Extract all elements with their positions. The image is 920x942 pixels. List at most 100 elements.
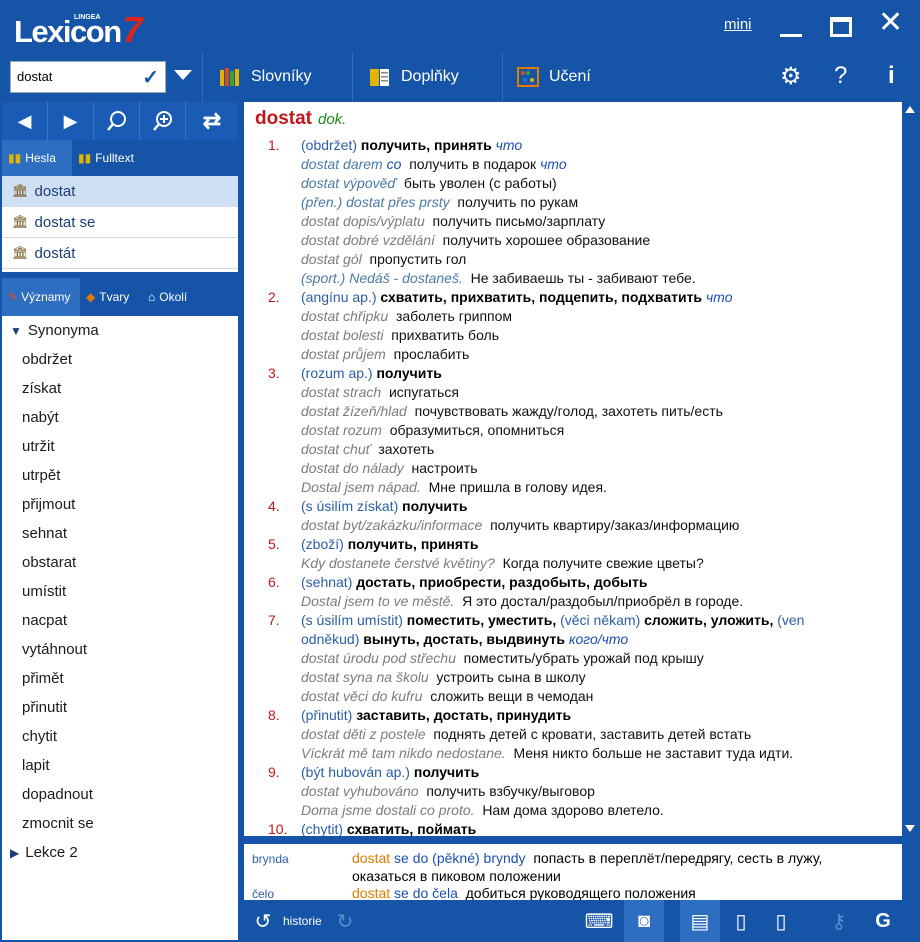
entry-line: 1. (obdržet) получить, принять что	[244, 136, 902, 155]
search-dropdown-icon[interactable]	[174, 70, 192, 80]
binoculars-icon: ◙	[637, 909, 651, 932]
tab-okoli[interactable]: ⌂ Okolí	[142, 278, 212, 316]
example: (přen.) dostat přes prsty	[301, 194, 450, 210]
tab-hesla[interactable]: ▮▮ Hesla	[2, 140, 72, 176]
history-icon[interactable]: ↺	[248, 907, 278, 935]
info-tabs: ✎ Významy ◆ Tvary ⌂ Okolí	[2, 278, 238, 316]
example: dostat průjem	[301, 346, 386, 362]
books-icon: ▮▮	[8, 151, 22, 165]
search-mode-tabs: ▮▮ Hesla ▮▮ Fulltext	[2, 140, 238, 176]
list-item[interactable]: 🏛 dostát	[2, 238, 238, 269]
search-button[interactable]	[94, 102, 140, 140]
translation: достать, приобрести, раздобыть, добыть	[356, 574, 648, 590]
synonym-item[interactable]: přimět	[2, 664, 238, 693]
entry-line: Dostal jsem to ve městě. Я это достал/ра…	[244, 592, 902, 611]
synonym-item[interactable]: chytit	[2, 722, 238, 751]
maximize-button[interactable]	[830, 17, 852, 37]
example: dostat do nálady	[301, 460, 404, 476]
example: dostat strach	[301, 384, 382, 400]
synonym-item[interactable]: nacpat	[2, 606, 238, 635]
synonyms-group[interactable]: ▼ Synonyma	[2, 316, 238, 345]
entry-line: 4. (s úsilím získat) получить	[244, 497, 902, 516]
slovniky-button[interactable]: Slovníky	[202, 52, 352, 102]
logo-text: Lexicon	[14, 14, 122, 49]
history-label[interactable]: historie	[283, 914, 322, 928]
synonym-item[interactable]: obdržet	[2, 345, 238, 374]
scroll-up-icon[interactable]	[905, 106, 915, 113]
book-pages-icon	[370, 69, 389, 86]
settings-gear-icon[interactable]: ⚙	[780, 62, 802, 91]
keyboard-icon[interactable]: ⌨	[584, 907, 614, 935]
sense-qualifier: (ven	[777, 612, 805, 628]
translation: схватить, прихватить, подцепить, подхват…	[380, 289, 703, 305]
entry-line: dostat do nálady настроить	[244, 459, 902, 478]
swap-direction-button[interactable]: ⇄	[186, 102, 238, 140]
close-button[interactable]: ✕	[878, 8, 903, 38]
synonym-item[interactable]: utrpět	[2, 461, 238, 490]
entry-line: dostat dopis/výplatu получить письмо/зар…	[244, 212, 902, 231]
example-translation: поместить/убрать урожай под крышу	[463, 650, 704, 666]
phrase-row[interactable]: čelo dostat se do čela добиться руководящ…	[252, 885, 696, 900]
example-translation: заболеть гриппом	[395, 308, 513, 324]
list-item[interactable]: 🏛 dostat se	[2, 207, 238, 238]
zoom-search-button[interactable]	[140, 102, 186, 140]
search-box: ✓	[10, 61, 166, 93]
doplnky-button[interactable]: Doplňky	[352, 52, 502, 102]
synonym-item[interactable]: dopadnout	[2, 780, 238, 809]
uceni-button[interactable]: Učení	[502, 52, 762, 102]
entry-scrollbar[interactable]	[902, 102, 918, 836]
lekce-group[interactable]: ▶ Lekce 2	[2, 838, 238, 867]
example: (sport.) Nedáš - dostaneš.	[301, 270, 463, 286]
tab-tvary[interactable]: ◆ Tvary	[80, 278, 142, 316]
doplnky-label: Doplňky	[401, 68, 459, 85]
full-view-button[interactable]: ▤	[680, 900, 720, 942]
search-input[interactable]	[17, 69, 132, 84]
google-icon[interactable]: G	[868, 907, 898, 935]
translation: поместить, уместить,	[406, 612, 557, 628]
example-translation: получить в подарок	[409, 156, 537, 172]
tab-vyznamy[interactable]: ✎ Významy	[2, 278, 80, 316]
synonym-item[interactable]: přijmout	[2, 490, 238, 519]
example-translation: сложить вещи в чемодан	[430, 688, 594, 704]
phrase-row[interactable]: brynda dostat se do (pěkné) bryndy попаст…	[252, 850, 822, 866]
tab-fulltext[interactable]: ▮▮ Fulltext	[72, 140, 152, 176]
entry-line: 9. (být hubován ap.) получить	[244, 763, 902, 782]
logo-number: 7	[122, 9, 143, 50]
synonym-item[interactable]: utržit	[2, 432, 238, 461]
synonym-item[interactable]: přinutit	[2, 693, 238, 722]
headword-label: dostat	[34, 182, 76, 200]
scroll-down-icon[interactable]	[905, 825, 915, 832]
logo-lingea: LINGEA	[74, 14, 101, 21]
example: Doma jsme dostali co proto.	[301, 802, 475, 818]
synonym-item[interactable]: nabýt	[2, 403, 238, 432]
group-label: Lekce 2	[25, 844, 78, 861]
synonym-item[interactable]: vytáhnout	[2, 635, 238, 664]
forward-button[interactable]: ▶	[48, 102, 94, 140]
example: dostat darem	[301, 156, 383, 172]
entry-line: dostat průjem прослабить	[244, 345, 902, 364]
synonym-item[interactable]: lapit	[2, 751, 238, 780]
phrases-scrollbar[interactable]	[902, 844, 918, 900]
sense-number: 9.	[268, 764, 280, 780]
entry-line: Víckrát mě tam nikdo nedostane. Меня ник…	[244, 744, 902, 763]
binoculars-button[interactable]: ◙	[624, 900, 664, 942]
minimize-button[interactable]	[780, 14, 804, 37]
help-icon[interactable]: ?	[834, 62, 847, 90]
list-item[interactable]: 🏛 dostat	[2, 176, 238, 207]
headword-label: dostát	[34, 244, 76, 262]
confirm-check-icon[interactable]: ✓	[142, 65, 159, 90]
compact-view-button[interactable]: ▯	[726, 907, 756, 935]
brief-view-button[interactable]: ▯	[766, 907, 796, 935]
synonym-item[interactable]: obstarat	[2, 548, 238, 577]
back-button[interactable]: ◀	[2, 102, 48, 140]
synonym-item[interactable]: sehnat	[2, 519, 238, 548]
phrases-panel: brynda dostat se do (pěkné) bryndy попаст…	[244, 844, 902, 900]
mini-mode-button[interactable]: mini	[724, 16, 752, 33]
synonym-item[interactable]: umístit	[2, 577, 238, 606]
synonym-item[interactable]: zmocnit se	[2, 809, 238, 838]
search-icon	[106, 111, 126, 131]
tab-fulltext-label: Fulltext	[95, 151, 134, 165]
info-icon[interactable]: i	[888, 62, 895, 90]
example: dostat výpověď	[301, 175, 397, 191]
synonym-item[interactable]: získat	[2, 374, 238, 403]
